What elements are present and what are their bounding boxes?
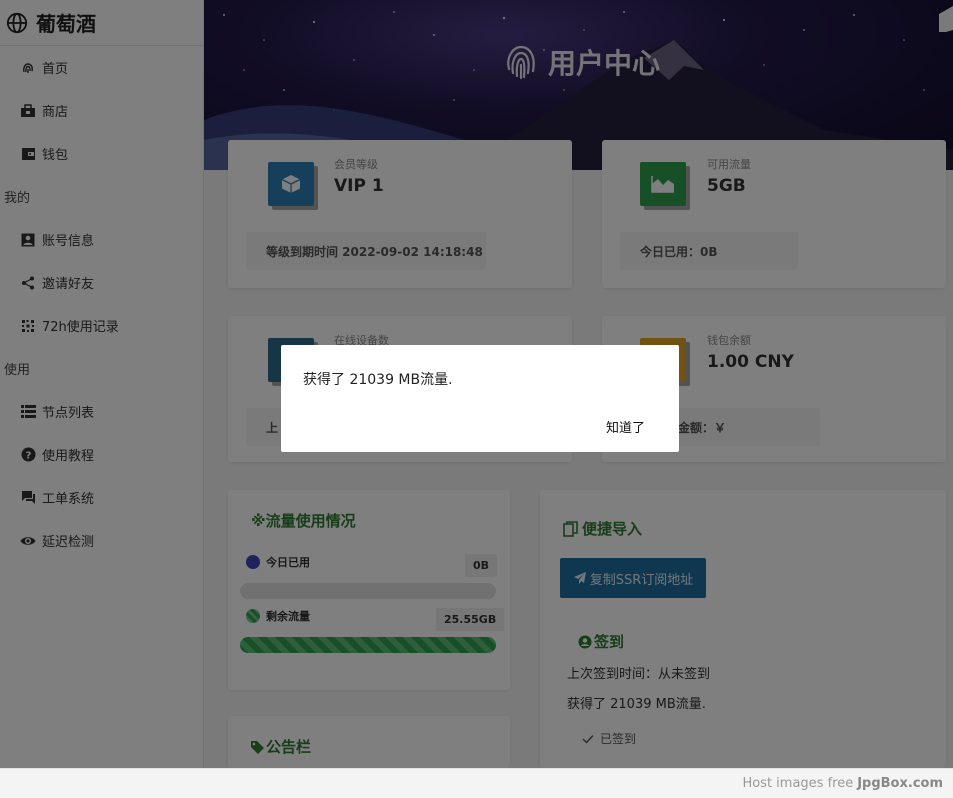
dialog-message: 获得了 21039 MB流量. xyxy=(303,372,453,388)
footer-text: Host images free xyxy=(742,776,854,791)
message-dialog: 获得了 21039 MB流量. 知道了 xyxy=(281,345,679,452)
footer-brand[interactable]: JpgBox.com xyxy=(857,776,943,791)
dialog-ok-button[interactable]: 知道了 xyxy=(606,417,645,436)
corner-icon xyxy=(939,6,953,32)
footer-bar: Host images free JpgBox.com xyxy=(0,768,953,798)
